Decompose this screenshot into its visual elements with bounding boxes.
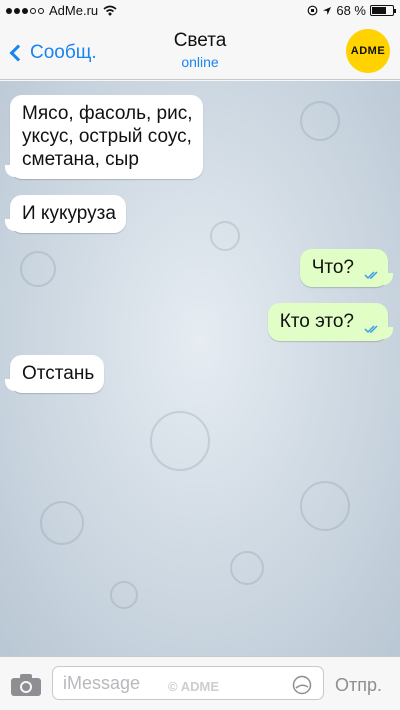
background-doodle bbox=[210, 221, 240, 251]
message-bubble-outgoing[interactable]: Кто это? bbox=[267, 303, 394, 341]
logo-text: ADME bbox=[350, 45, 386, 57]
contact-name: Света bbox=[173, 30, 227, 51]
read-ticks-icon bbox=[364, 325, 378, 334]
status-left: AdMe.ru bbox=[6, 3, 117, 18]
message-bubble-incoming[interactable]: Мясо, фасоль, рис, уксус, острый соус, с… bbox=[5, 95, 203, 179]
input-bar: © ADME Отпр. bbox=[0, 656, 400, 710]
message-line: Кто это? bbox=[279, 311, 354, 332]
status-right: 68 % bbox=[307, 3, 396, 18]
orientation-lock-icon bbox=[307, 5, 318, 16]
location-arrow-icon bbox=[323, 6, 332, 15]
camera-icon[interactable] bbox=[10, 673, 42, 697]
chat-area[interactable]: Мясо, фасоль, рис, уксус, острый соус, с… bbox=[0, 81, 400, 656]
battery-fill bbox=[372, 7, 386, 14]
background-doodle bbox=[300, 481, 350, 531]
battery-percent: 68 % bbox=[336, 3, 366, 18]
message-line: И кукуруза bbox=[22, 203, 116, 224]
send-button[interactable]: Отпр. bbox=[335, 675, 382, 696]
message-line: Отстань bbox=[22, 363, 95, 384]
nav-bar: Сообщ. Света online ADME bbox=[0, 20, 400, 80]
background-doodle bbox=[20, 251, 56, 287]
sticker-icon[interactable] bbox=[292, 675, 312, 695]
message-bubble-incoming[interactable]: И кукуруза bbox=[5, 195, 126, 233]
status-bar: AdMe.ru 68 % bbox=[0, 0, 400, 20]
adme-logo: ADME bbox=[346, 29, 390, 73]
background-doodle bbox=[300, 101, 340, 141]
read-ticks-icon bbox=[364, 271, 378, 280]
message-line: Что? bbox=[311, 257, 354, 278]
background-doodle bbox=[40, 501, 84, 545]
background-doodle bbox=[150, 411, 210, 471]
conversation-header[interactable]: Света online bbox=[0, 30, 400, 70]
carrier-name: AdMe.ru bbox=[49, 3, 99, 18]
battery-icon bbox=[370, 5, 396, 16]
message-line: Мясо, фасоль, рис, bbox=[22, 103, 193, 124]
background-doodle bbox=[110, 581, 138, 609]
contact-status: online bbox=[181, 54, 219, 70]
message-line: сметана, сыр bbox=[22, 149, 139, 170]
wifi-icon bbox=[103, 5, 117, 16]
watermark: © ADME bbox=[168, 679, 219, 694]
signal-strength-icon bbox=[6, 7, 44, 14]
message-bubble-incoming[interactable]: Отстань bbox=[4, 355, 105, 393]
message-line: уксус, острый соус, bbox=[22, 126, 192, 147]
message-bubble-outgoing[interactable]: Что? bbox=[299, 249, 394, 287]
background-doodle bbox=[230, 551, 264, 585]
